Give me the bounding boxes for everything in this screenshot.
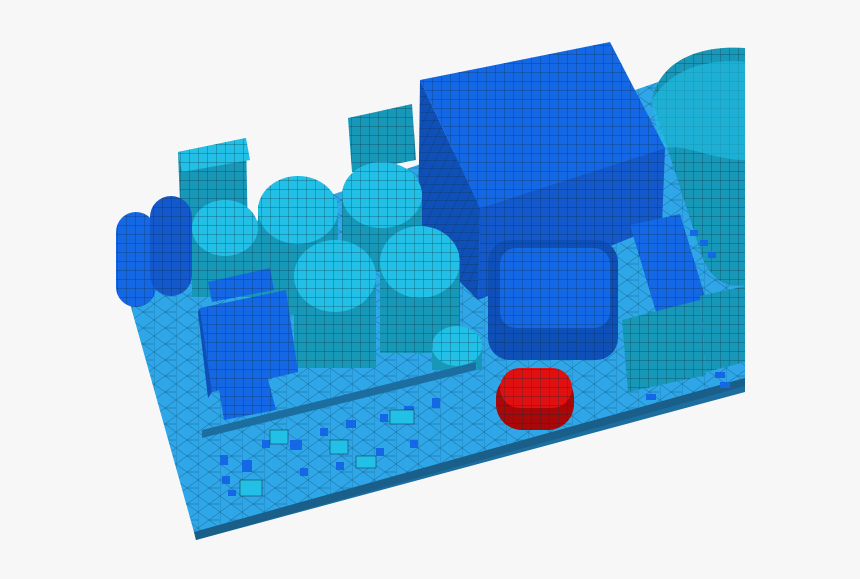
blue-capacitor-pair <box>116 196 192 307</box>
highlighted-component-red <box>496 368 574 430</box>
fem-mesh-render <box>0 0 860 579</box>
blue-rounded-block <box>488 240 618 360</box>
connector-block <box>348 104 416 172</box>
